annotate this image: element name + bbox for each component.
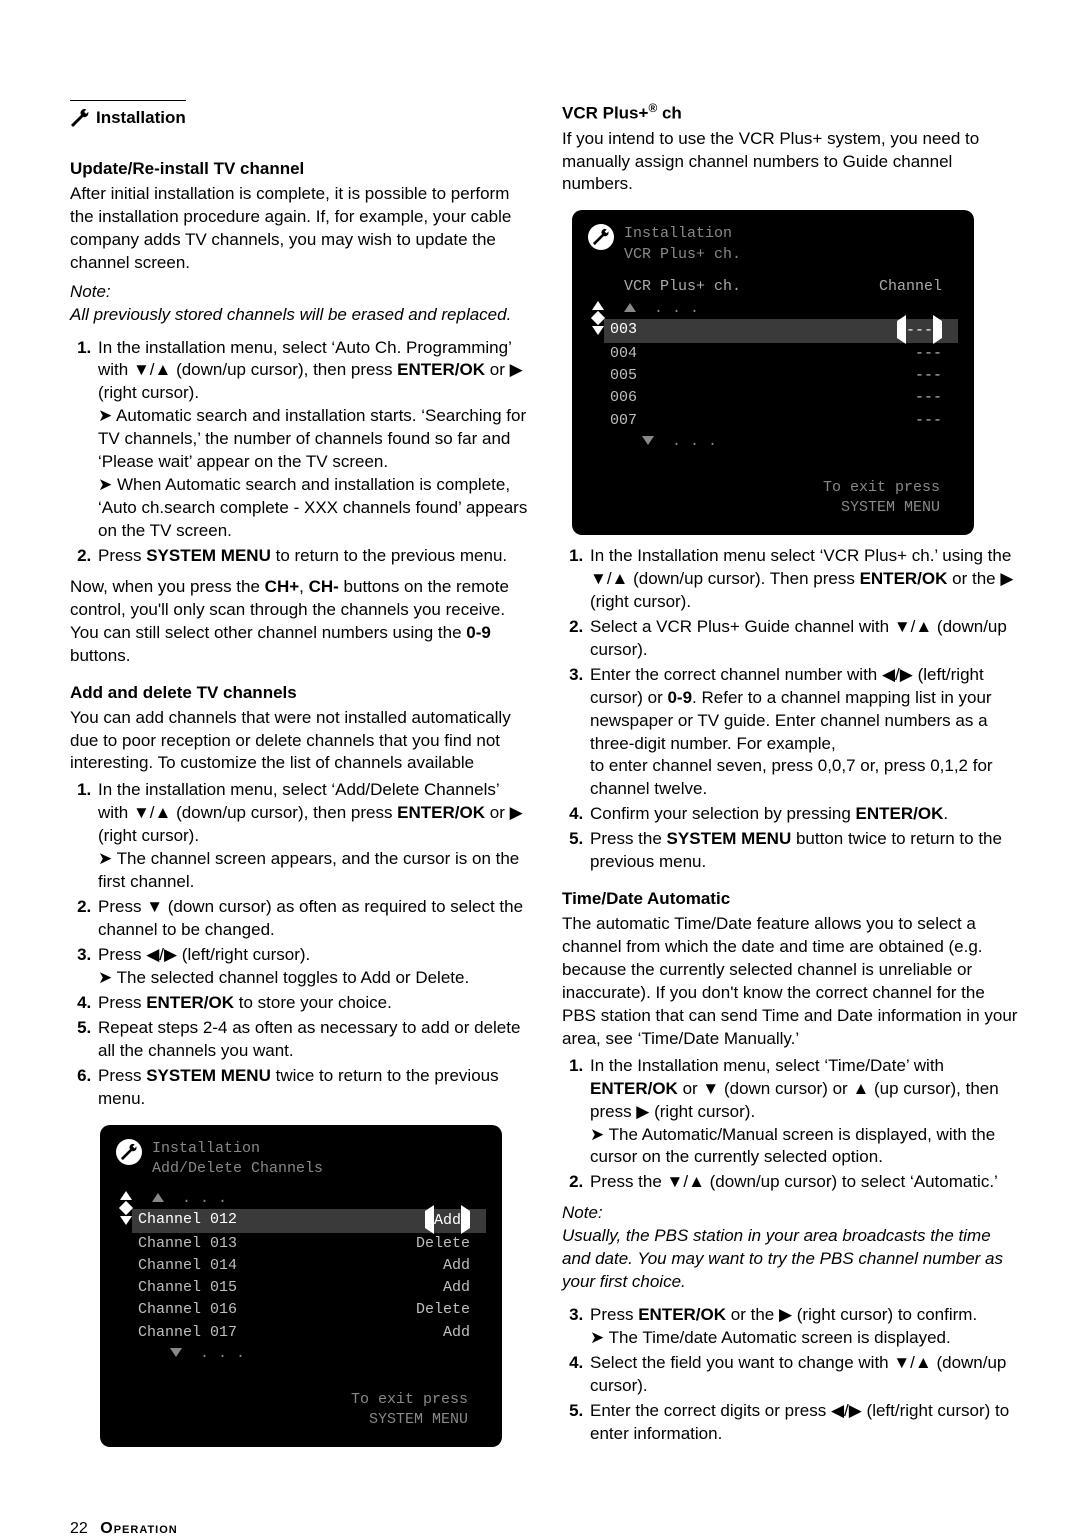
body-text: You can add channels that were not insta…	[70, 707, 528, 776]
note-text: Note: Usually, the PBS station in your a…	[562, 1202, 1020, 1294]
steps-list: In the Installation menu select ‘VCR Plu…	[562, 545, 1020, 874]
wrench-icon	[70, 108, 90, 128]
osd-col-header: Channel	[879, 277, 942, 297]
osd-row: 003 ---	[604, 319, 958, 342]
osd-add-delete-channels: Installation Add/Delete Channels . . .Ch…	[100, 1125, 502, 1448]
osd-row: Channel 017Add	[132, 1322, 486, 1344]
result-text: The selected channel toggles to Add or D…	[98, 967, 528, 990]
list-item: In the installation menu, select ‘Add/De…	[96, 779, 528, 894]
list-item: In the Installation menu select ‘VCR Plu…	[588, 545, 1020, 614]
list-item: Press the ▼/▲ (down/up cursor) to select…	[588, 1171, 1020, 1194]
right-column: VCR Plus+® ch If you intend to use the V…	[562, 100, 1020, 1480]
list-item: Press ENTER/OK or the ▶ (right cursor) t…	[588, 1304, 1020, 1350]
nav-arrows	[120, 1191, 132, 1364]
list-item: Press SYSTEM MENU to return to the previ…	[96, 545, 528, 568]
osd-col-header: VCR Plus+ ch.	[624, 277, 741, 297]
heading-update-reinstall: Update/Re-install TV channel	[70, 158, 528, 181]
osd-footer-line: SYSTEM MENU	[116, 1410, 468, 1430]
steps-list: Press ENTER/OK or the ▶ (right cursor) t…	[562, 1304, 1020, 1446]
osd-row: Channel 016Delete	[132, 1299, 486, 1321]
osd-row: 007---	[604, 410, 958, 432]
wrench-icon	[116, 1139, 142, 1165]
osd-row: Channel 013Delete	[132, 1233, 486, 1255]
note-text: Note: All previously stored channels wil…	[70, 281, 528, 327]
section-title: Installation	[96, 107, 186, 130]
osd-title: Installation	[152, 1139, 323, 1159]
osd-subtitle: VCR Plus+ ch.	[624, 245, 741, 265]
steps-list: In the installation menu, select ‘Auto C…	[70, 337, 528, 568]
result-text: When Automatic search and installation i…	[98, 474, 528, 543]
osd-row: 004---	[604, 343, 958, 365]
body-text: After initial installation is complete, …	[70, 183, 528, 275]
list-item: Press ◀/▶ (left/right cursor). The selec…	[96, 944, 528, 990]
heading-vcr-plus: VCR Plus+® ch	[562, 100, 1020, 126]
result-text: The Automatic/Manual screen is displayed…	[590, 1124, 1020, 1170]
list-item: Repeat steps 2-4 as often as necessary t…	[96, 1017, 528, 1063]
heading-time-date: Time/Date Automatic	[562, 888, 1020, 911]
list-item: Enter the correct channel number with ◀/…	[588, 664, 1020, 802]
section-label: Operation	[100, 1520, 177, 1537]
page-footer: 22 Operation	[0, 1520, 1080, 1538]
list-item: Confirm your selection by pressing ENTER…	[588, 803, 1020, 826]
heading-add-delete: Add and delete TV channels	[70, 682, 528, 705]
osd-vcr-plus: Installation VCR Plus+ ch. VCR Plus+ ch.…	[572, 210, 974, 535]
osd-row: Channel 014Add	[132, 1255, 486, 1277]
osd-row: Channel 012 Add	[132, 1209, 486, 1232]
osd-row: Channel 015Add	[132, 1277, 486, 1299]
osd-footer-line: To exit press	[116, 1390, 468, 1410]
section-header: Installation	[70, 100, 186, 130]
osd-title: Installation	[624, 224, 741, 244]
body-text: The automatic Time/Date feature allows y…	[562, 913, 1020, 1051]
list-item: Press SYSTEM MENU twice to return to the…	[96, 1065, 528, 1111]
osd-subtitle: Add/Delete Channels	[152, 1159, 323, 1179]
result-text: The channel screen appears, and the curs…	[98, 848, 528, 894]
body-text: If you intend to use the VCR Plus+ syste…	[562, 128, 1020, 197]
list-item: Press the SYSTEM MENU button twice to re…	[588, 828, 1020, 874]
result-text: Automatic search and installation starts…	[98, 405, 528, 474]
list-item: Select the field you want to change with…	[588, 1352, 1020, 1398]
list-item: Select a VCR Plus+ Guide channel with ▼/…	[588, 616, 1020, 662]
result-text: The Time/date Automatic screen is displa…	[590, 1327, 1020, 1350]
osd-footer-line: SYSTEM MENU	[588, 498, 940, 518]
list-item: In the installation menu, select ‘Auto C…	[96, 337, 528, 543]
osd-row: 005---	[604, 365, 958, 387]
nav-arrows	[592, 301, 604, 452]
list-item: In the Installation menu, select ‘Time/D…	[588, 1055, 1020, 1170]
wrench-icon	[588, 224, 614, 250]
list-item: Press ENTER/OK to store your choice.	[96, 992, 528, 1015]
page-number: 22	[70, 1520, 88, 1537]
steps-list: In the Installation menu, select ‘Time/D…	[562, 1055, 1020, 1195]
body-text: Now, when you press the CH+, CH- buttons…	[70, 576, 528, 668]
osd-row: 006---	[604, 387, 958, 409]
list-item: Enter the correct digits or press ◀/▶ (l…	[588, 1400, 1020, 1446]
osd-footer-line: To exit press	[588, 478, 940, 498]
steps-list: In the installation menu, select ‘Add/De…	[70, 779, 528, 1110]
left-column: Installation Update/Re-install TV channe…	[70, 100, 528, 1480]
list-item: Press ▼ (down cursor) as often as requir…	[96, 896, 528, 942]
